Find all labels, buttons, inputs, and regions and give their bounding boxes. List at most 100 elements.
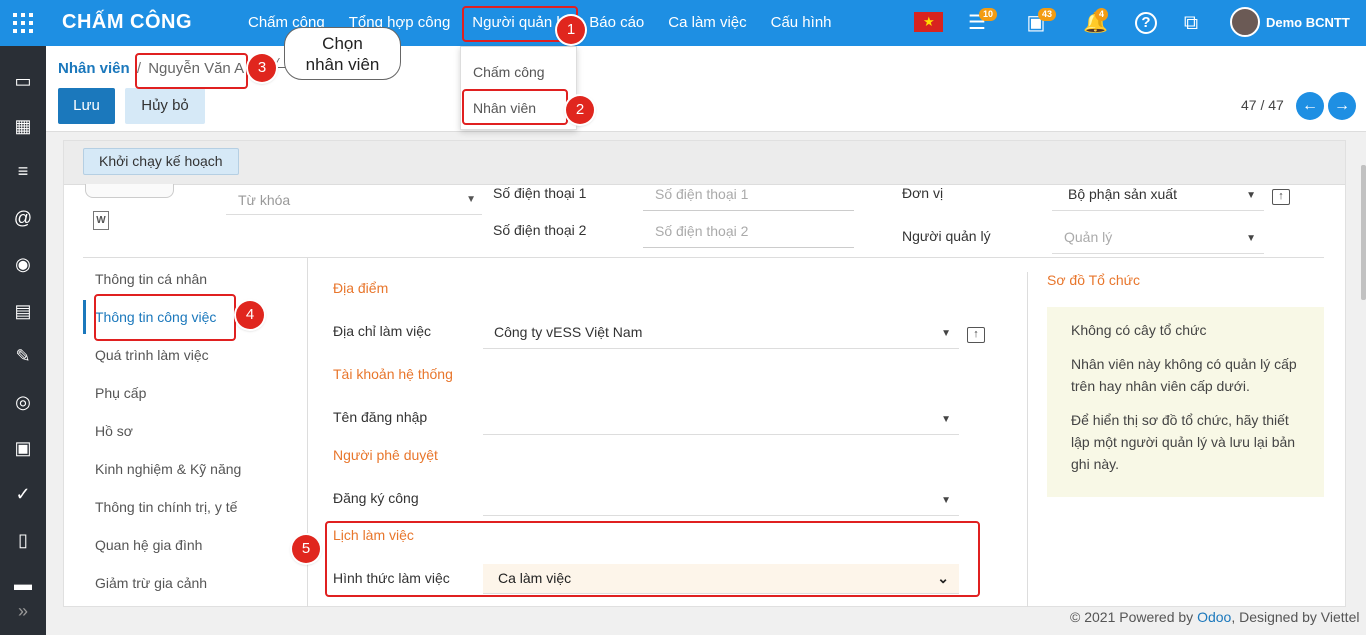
- tab-deductions[interactable]: Giảm trừ gia cảnh: [95, 575, 207, 591]
- location-section-title: Địa điểm: [333, 280, 389, 296]
- callout-line-1: Chọn: [322, 34, 363, 53]
- account-section-title: Tài khoản hệ thống: [333, 366, 453, 382]
- callout-line-2: nhân viên: [305, 55, 380, 74]
- approver-section-title: Người phê duyệt: [333, 447, 438, 463]
- check-circle-icon[interactable]: ✓: [11, 482, 35, 506]
- tab-experience-skills[interactable]: Kinh nghiệm & Kỹ năng: [95, 461, 241, 477]
- registration-label: Đăng ký công: [333, 490, 419, 506]
- caret-down-icon: ▼: [941, 414, 951, 425]
- org-chart-icon[interactable]: ⧉: [1179, 11, 1203, 35]
- menu-cau-hinh[interactable]: Cấu hình: [759, 0, 844, 46]
- caret-down-icon: ▼: [941, 328, 951, 339]
- divider: [83, 257, 1324, 258]
- keyword-select[interactable]: Từ khóa ▼: [226, 189, 482, 215]
- step-marker-1: 1: [557, 16, 585, 44]
- work-address-select[interactable]: Công ty vESS Việt Nam ▼: [483, 323, 959, 349]
- vietnam-flag-icon[interactable]: ★: [914, 12, 943, 32]
- calendar-icon[interactable]: ▣ 43: [1024, 8, 1057, 35]
- edit-icon[interactable]: ✎: [11, 344, 35, 368]
- manager-placeholder: Quản lý: [1064, 229, 1113, 245]
- open-record-icon[interactable]: ↑: [967, 327, 985, 343]
- highlight-step-3: [135, 53, 248, 89]
- callout-choose-employee: Chọn nhân viên: [284, 27, 401, 80]
- caret-down-icon: ▼: [1246, 233, 1256, 244]
- target-icon[interactable]: ◎: [11, 390, 35, 414]
- breadcrumb-parent[interactable]: Nhân viên: [58, 60, 130, 77]
- pager-value: 47 / 47: [1241, 97, 1284, 113]
- phone1-label: Số điện thoại 1: [493, 185, 587, 201]
- tab-political-medical[interactable]: Thông tin chính trị, y tế: [95, 499, 237, 515]
- cancel-button[interactable]: Hủy bỏ: [125, 88, 205, 124]
- document-icon[interactable]: ▤: [11, 299, 35, 323]
- user-name: Demo BCNTT: [1266, 14, 1350, 30]
- tab-allowance[interactable]: Phụ cấp: [95, 385, 146, 401]
- dropdown-item-cham-cong[interactable]: Chấm công: [473, 64, 545, 80]
- left-sidebar: ▭ ▦ ≡ @ ◉ ▤ ✎ ◎ ▣ ✓ ▯ ▬ »: [0, 46, 46, 635]
- footer-suffix: , Designed by Viettel: [1231, 609, 1360, 625]
- at-icon[interactable]: @: [11, 206, 35, 230]
- footer: © 2021 Powered by Odoo, Designed by Viet…: [1070, 609, 1359, 625]
- employee-photo[interactable]: [85, 184, 174, 198]
- avatar: [1230, 7, 1260, 37]
- top-navbar: CHẤM CÔNG Chấm công Tổng hợp công Người …: [0, 0, 1366, 46]
- calendar-icon[interactable]: ▦: [11, 114, 35, 138]
- org-empty-desc: Nhân viên này không có quản lý cấp trên …: [1071, 356, 1297, 394]
- step-marker-5: 5: [292, 535, 320, 563]
- menu-bao-cao[interactable]: Báo cáo: [577, 0, 656, 46]
- unit-label: Đơn vị: [902, 185, 944, 201]
- highlight-step-2: [462, 89, 568, 125]
- manager-label: Người quản lý: [902, 228, 991, 244]
- bell-icon[interactable]: 🔔 4: [1083, 8, 1109, 35]
- registration-select[interactable]: ▼: [483, 490, 959, 516]
- next-arrow-icon[interactable]: →: [1328, 92, 1356, 120]
- caret-down-icon: ▼: [466, 194, 476, 205]
- login-select[interactable]: ▼: [483, 409, 959, 435]
- phone2-input[interactable]: Số điện thoại 2: [643, 222, 854, 248]
- org-empty-hint: Để hiển thị sơ đồ tổ chức, hãy thiết lập…: [1071, 412, 1296, 472]
- org-chart-box: Không có cây tổ chức Nhân viên này không…: [1047, 307, 1324, 497]
- caret-down-icon: ▼: [1246, 190, 1256, 201]
- org-chart-title: Sơ đồ Tổ chức: [1047, 272, 1141, 288]
- open-record-icon[interactable]: ↑: [1272, 189, 1290, 205]
- step-marker-2: 2: [566, 96, 594, 124]
- menu-ca-lam-viec[interactable]: Ca làm việc: [656, 0, 758, 46]
- unit-value: Bộ phận sản xuất: [1068, 186, 1177, 202]
- activity-icon[interactable]: ☰ 10: [965, 8, 998, 35]
- note-icon[interactable]: ≡: [11, 159, 35, 183]
- unit-select[interactable]: Bộ phận sản xuất ▼: [1052, 185, 1264, 211]
- login-label: Tên đăng nhập: [333, 409, 428, 425]
- tab-work-history[interactable]: Quá trình làm việc: [95, 347, 209, 363]
- badge-icon[interactable]: ▣: [11, 436, 35, 460]
- tab-personal-info[interactable]: Thông tin cá nhân: [95, 271, 207, 287]
- save-button[interactable]: Lưu: [58, 88, 115, 124]
- active-tab-indicator: [83, 300, 86, 334]
- notification-badge: 4: [1095, 8, 1109, 21]
- sheet-header: Khởi chạy kế hoạch: [64, 141, 1345, 185]
- tab-records[interactable]: Hồ sơ: [95, 423, 133, 439]
- step-marker-4: 4: [236, 301, 264, 329]
- scrollbar-thumb[interactable]: [1361, 165, 1366, 300]
- start-plan-button[interactable]: Khởi chạy kế hoạch: [83, 148, 239, 175]
- expand-icon[interactable]: »: [11, 599, 35, 623]
- tab-family[interactable]: Quan hệ gia đình: [95, 537, 202, 553]
- step-marker-3: 3: [248, 54, 276, 82]
- manager-select[interactable]: Quản lý ▼: [1052, 228, 1264, 254]
- org-empty-title: Không có cây tổ chức: [1071, 322, 1207, 338]
- apps-grid-icon[interactable]: [13, 13, 33, 33]
- chat-icon[interactable]: ▭: [11, 69, 35, 93]
- activity-badge: 10: [979, 8, 998, 21]
- globe-icon[interactable]: ◉: [11, 252, 35, 276]
- card-icon[interactable]: ▬: [11, 572, 35, 596]
- odoo-link[interactable]: Odoo: [1197, 609, 1231, 625]
- calendar-badge: 43: [1038, 8, 1057, 21]
- org-separator: [1027, 272, 1028, 607]
- previous-arrow-icon[interactable]: ←: [1296, 92, 1324, 120]
- work-address-value: Công ty vESS Việt Nam: [494, 324, 643, 340]
- phone2-label: Số điện thoại 2: [493, 222, 587, 238]
- word-document-icon[interactable]: W: [93, 211, 109, 230]
- user-menu[interactable]: Demo BCNTT: [1230, 7, 1350, 37]
- clipboard-icon[interactable]: ▯: [11, 528, 35, 552]
- phone1-input[interactable]: Số điện thoại 1: [643, 185, 854, 211]
- footer-prefix: © 2021 Powered by: [1070, 609, 1198, 625]
- help-icon[interactable]: ?: [1135, 12, 1157, 34]
